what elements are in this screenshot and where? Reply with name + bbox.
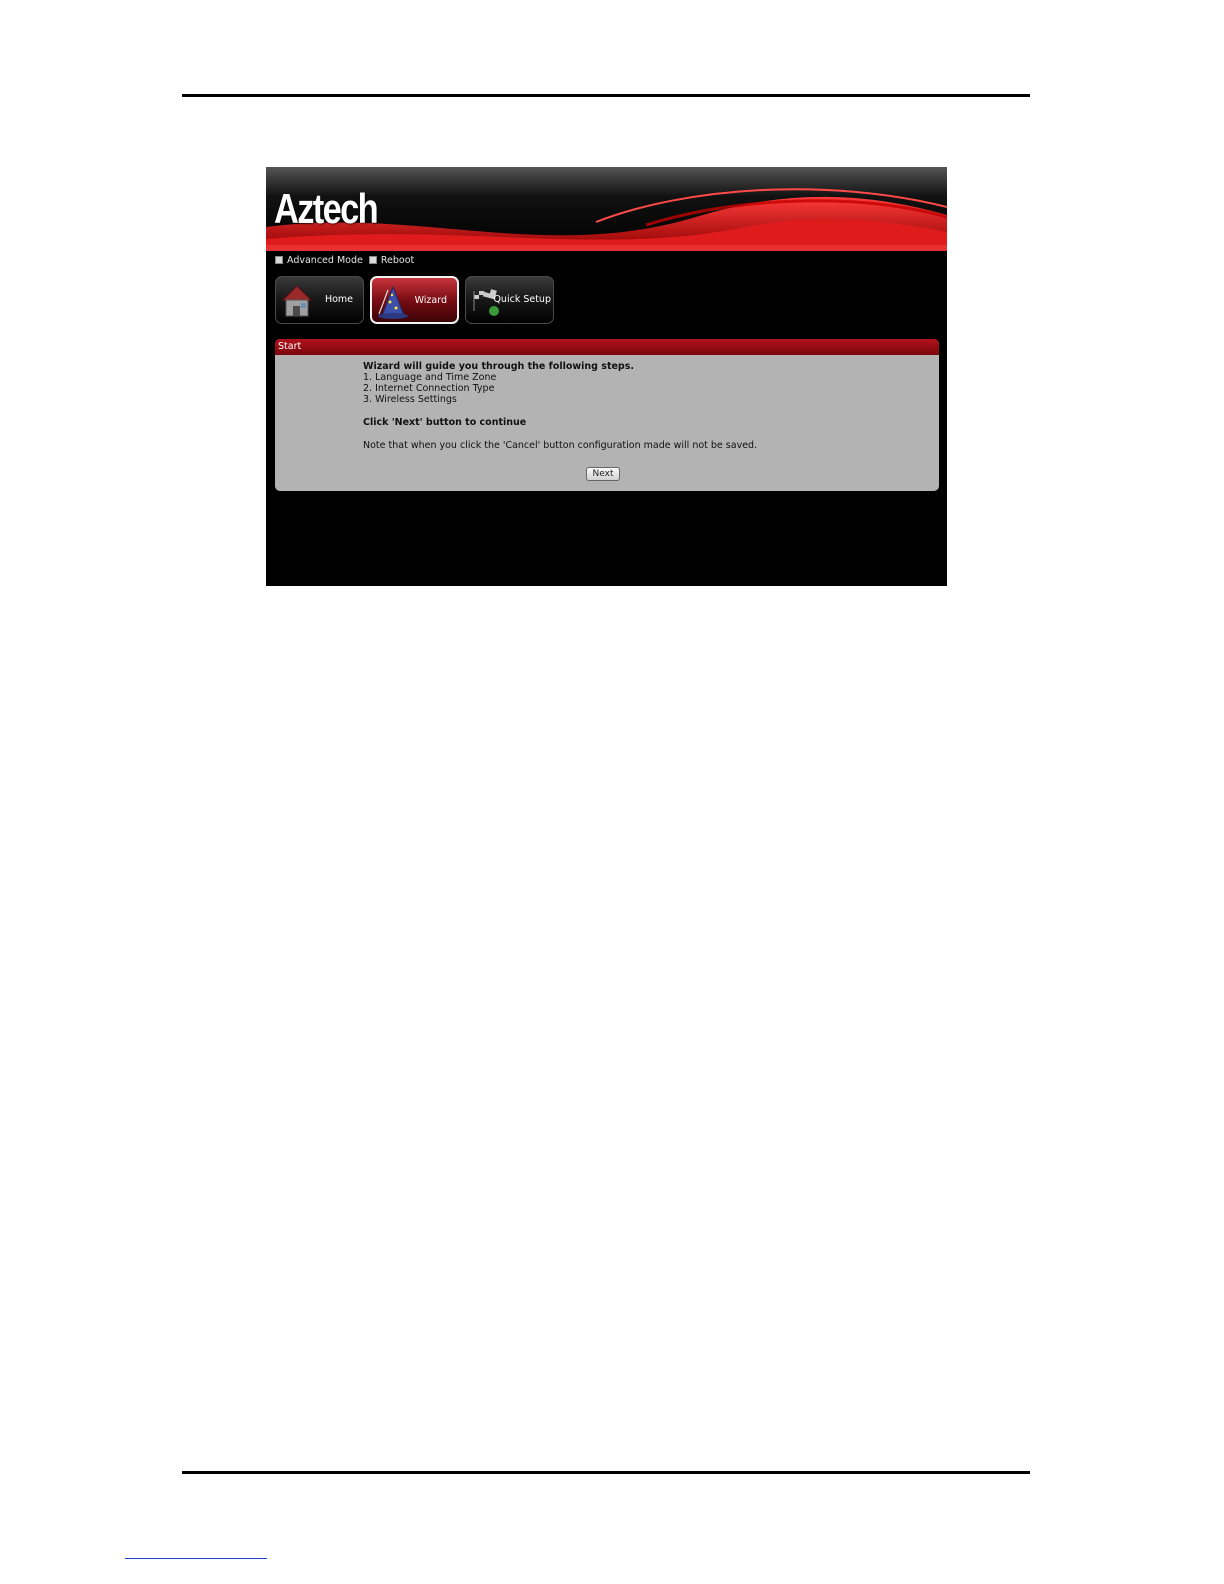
continue-instruction: Click 'Next' button to continue — [363, 417, 527, 428]
home-tile[interactable]: Home — [275, 276, 364, 324]
next-button[interactable]: Next — [586, 467, 620, 481]
home-tile-label: Home — [324, 294, 353, 305]
advanced-mode-link[interactable]: Advanced Mode — [275, 255, 363, 266]
aztech-logo: Aztech — [274, 185, 379, 232]
wizard-hat-icon — [378, 285, 408, 319]
wizard-intro: Wizard will guide you through the follow… — [363, 361, 634, 372]
cancel-note: Note that when you click the 'Cancel' bu… — [363, 440, 758, 451]
wizard-tile[interactable]: Wizard — [370, 276, 459, 324]
step-item: 1. Language and Time Zone — [363, 372, 497, 383]
header-rule — [182, 94, 1030, 97]
panel-title: Start — [275, 339, 939, 355]
router-screenshot: Aztech Advanced Mode Reboot Home Wizard … — [266, 167, 947, 586]
bullet-icon — [275, 256, 283, 264]
quick-setup-tile-label: Quick Setup — [493, 294, 551, 305]
wizard-tile-label: Wizard — [414, 295, 447, 306]
advanced-mode-label: Advanced Mode — [287, 254, 363, 266]
step-item: 3. Wireless Settings — [363, 394, 457, 405]
house-icon — [281, 285, 313, 317]
panel-body: Wizard will guide you through the follow… — [363, 361, 757, 451]
reboot-label: Reboot — [380, 254, 415, 266]
quick-setup-tile[interactable]: Quick Setup — [465, 276, 554, 324]
reboot-link[interactable]: Reboot — [368, 254, 415, 266]
step-item: 2. Internet Connection Type — [363, 383, 495, 394]
bullet-icon — [368, 256, 377, 264]
banner: Aztech — [266, 167, 947, 251]
footer-rule — [182, 1471, 1030, 1474]
top-navigation: Advanced Mode Reboot — [275, 253, 416, 267]
main-tiles: Home Wizard Quick Setup — [275, 276, 554, 324]
footer-link-underline[interactable] — [125, 1558, 267, 1559]
wizard-start-panel: Start Wizard will guide you through the … — [275, 339, 939, 491]
